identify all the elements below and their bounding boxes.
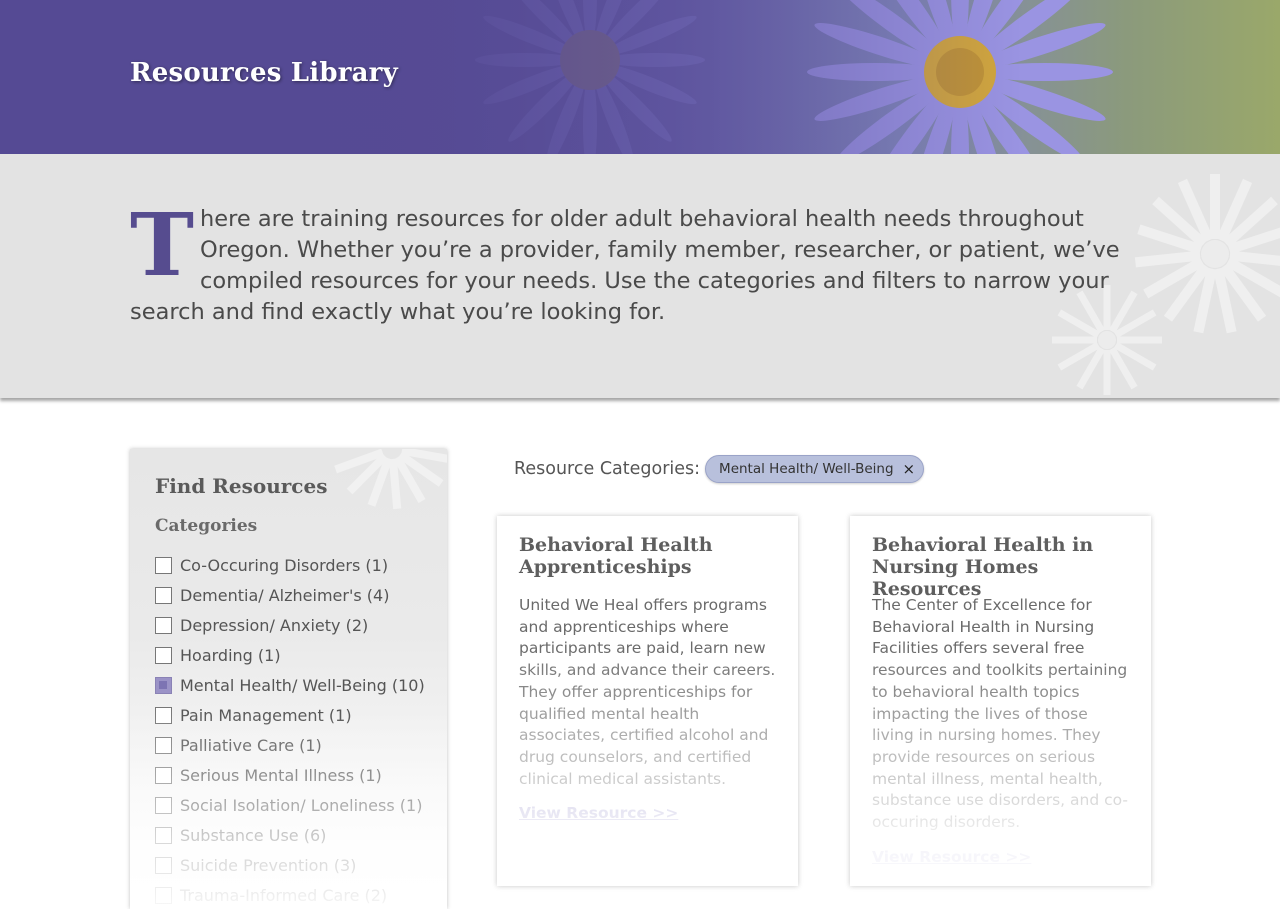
card-description: The Center of Excellence for Behavioral … xyxy=(872,596,1129,832)
category-label: Pain Management (1) xyxy=(180,705,352,725)
category-label: Serious Mental Illness (1) xyxy=(180,765,382,785)
dropcap-letter: T xyxy=(130,195,194,296)
category-filter-item[interactable]: Depression/ Anxiety (2) xyxy=(155,610,445,640)
resource-categories-label: Resource Categories: xyxy=(514,459,701,479)
intro-paragraph: There are training resources for older a… xyxy=(130,195,1160,328)
category-checkbox[interactable] xyxy=(155,646,172,664)
category-label: Suicide Prevention (3) xyxy=(180,855,357,875)
category-checkbox[interactable] xyxy=(155,856,172,874)
category-filter-list: Co-Occuring Disorders (1) Dementia/ Alzhe… xyxy=(155,550,445,909)
category-checkbox[interactable] xyxy=(155,736,172,754)
resource-card: Behavioral Health in Nursing Homes Resou… xyxy=(850,516,1151,886)
hero-banner: Resources Library xyxy=(0,0,1280,154)
category-filter-item[interactable]: Palliative Care (1) xyxy=(155,730,445,760)
find-resources-heading: Find Resources xyxy=(155,474,328,498)
view-resource-link[interactable]: View Resource >> xyxy=(519,804,678,822)
card-title: Behavioral Health in Nursing Homes Resou… xyxy=(872,534,1094,600)
daisy-watermark-icon xyxy=(334,449,447,510)
card-description: United We Heal offers programs and appre… xyxy=(519,596,776,788)
category-checkbox[interactable] xyxy=(155,616,172,634)
category-label: Palliative Care (1) xyxy=(180,735,322,755)
category-label: Social Isolation/ Loneliness (1) xyxy=(180,795,423,815)
active-filter-chip[interactable]: Mental Health/ Well-Being × xyxy=(705,455,925,483)
category-checkbox[interactable] xyxy=(155,706,172,724)
category-label: Substance Use (6) xyxy=(180,825,327,845)
category-filter-item[interactable]: Co-Occuring Disorders (1) xyxy=(155,550,445,580)
intro-section: There are training resources for older a… xyxy=(0,154,1280,398)
close-icon[interactable]: × xyxy=(903,461,916,477)
category-checkbox[interactable] xyxy=(155,826,172,844)
category-filter-item[interactable]: Serious Mental Illness (1) xyxy=(155,760,445,790)
view-resource-link[interactable]: View Resource >> xyxy=(872,848,1031,866)
categories-heading: Categories xyxy=(155,516,258,536)
category-filter-item[interactable]: Mental Health/ Well-Being (10) xyxy=(155,670,445,700)
category-checkbox[interactable] xyxy=(155,886,172,904)
active-filters-bar: Resource Categories: Mental Health/ Well… xyxy=(514,454,925,484)
category-filter-item[interactable]: Trauma-Informed Care (2) xyxy=(155,880,445,909)
intro-body: here are training resources for older ad… xyxy=(130,206,1120,325)
category-filter-item[interactable]: Suicide Prevention (3) xyxy=(155,850,445,880)
card-title: Behavioral Health Apprenticeships xyxy=(519,534,713,578)
find-resources-panel: Find Resources Categories Co-Occuring Di… xyxy=(130,449,447,909)
category-label: Co-Occuring Disorders (1) xyxy=(180,555,389,575)
category-filter-item[interactable]: Social Isolation/ Loneliness (1) xyxy=(155,790,445,820)
category-checkbox[interactable] xyxy=(155,766,172,784)
category-filter-item[interactable]: Dementia/ Alzheimer's (4) xyxy=(155,580,445,610)
category-checkbox[interactable] xyxy=(155,796,172,814)
category-checkbox[interactable] xyxy=(155,676,172,694)
category-label: Depression/ Anxiety (2) xyxy=(180,615,369,635)
category-label: Mental Health/ Well-Being (10) xyxy=(180,675,425,695)
chip-label: Mental Health/ Well-Being xyxy=(719,461,894,477)
page-title: Resources Library xyxy=(130,58,398,88)
category-filter-item[interactable]: Hoarding (1) xyxy=(155,640,445,670)
category-checkbox[interactable] xyxy=(155,586,172,604)
category-filter-item[interactable]: Substance Use (6) xyxy=(155,820,445,850)
category-label: Dementia/ Alzheimer's (4) xyxy=(180,585,390,605)
category-filter-item[interactable]: Pain Management (1) xyxy=(155,700,445,730)
category-label: Hoarding (1) xyxy=(180,645,281,665)
resource-card: Behavioral Health Apprenticeships United… xyxy=(497,516,798,886)
category-label: Trauma-Informed Care (2) xyxy=(180,885,388,905)
category-checkbox[interactable] xyxy=(155,556,172,574)
